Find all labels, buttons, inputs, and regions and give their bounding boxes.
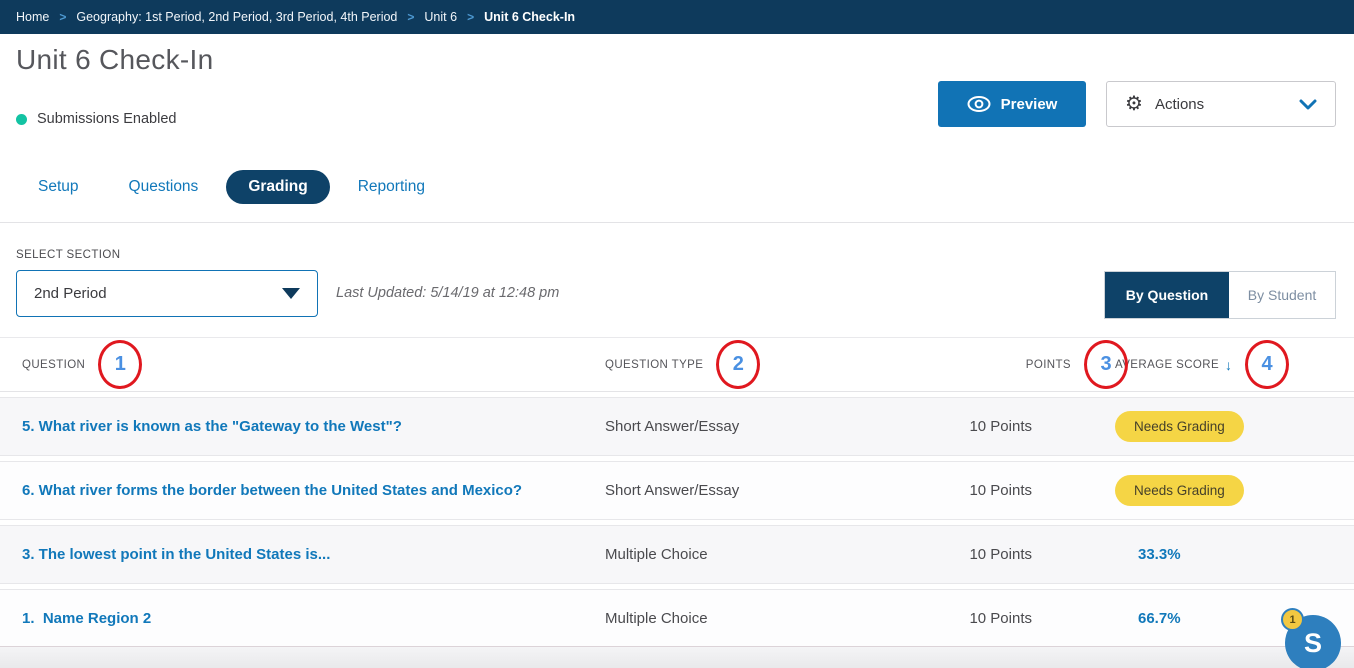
sort-descending-icon[interactable]: ↓ <box>1225 357 1232 373</box>
table-row: 1. Name Region 2 Multiple Choice 10 Poin… <box>0 589 1354 648</box>
column-header-points: POINTS 3 <box>960 340 1080 389</box>
section-select-value: 2nd Period <box>34 285 107 302</box>
table-body: 5. What river is known as the "Gateway t… <box>0 397 1354 653</box>
eye-icon <box>967 96 991 112</box>
question-type-cell: Multiple Choice <box>605 546 708 563</box>
table-header-row: QUESTION 1 QUESTION TYPE 2 POINTS 3 AVER… <box>0 338 1354 392</box>
preview-button[interactable]: Preview <box>938 81 1086 127</box>
breadcrumb-separator-icon: > <box>59 10 66 24</box>
breadcrumb-separator-icon: > <box>467 10 474 24</box>
submissions-status: Submissions Enabled <box>16 111 176 127</box>
points-cell: 10 Points <box>969 418 1080 435</box>
breadcrumb-course[interactable]: Geography: 1st Period, 2nd Period, 3rd P… <box>76 10 397 24</box>
breadcrumb-current-page: Unit 6 Check-In <box>484 10 575 24</box>
points-cell: 10 Points <box>969 610 1080 627</box>
column-header-question-type: QUESTION TYPE 2 <box>605 340 960 389</box>
question-type-header-label: QUESTION TYPE <box>605 359 703 371</box>
average-score-value[interactable]: 66.7% <box>1138 610 1181 627</box>
table-row: 6. What river forms the border between t… <box>0 461 1354 520</box>
average-score-value[interactable]: 33.3% <box>1138 546 1181 563</box>
tab-grading[interactable]: Grading <box>226 170 329 204</box>
average-score-header-label: AVERAGE SCORE <box>1115 359 1219 371</box>
points-cell: 10 Points <box>969 482 1080 499</box>
table-row: 5. What river is known as the "Gateway t… <box>0 397 1354 456</box>
notification-count-badge: 1 <box>1281 608 1304 631</box>
tab-setup[interactable]: Setup <box>38 178 79 196</box>
actions-button-label: Actions <box>1155 96 1204 113</box>
bottom-scroll-strip <box>0 646 1354 668</box>
annotation-circle-4: 4 <box>1245 340 1289 389</box>
points-cell: 10 Points <box>969 546 1080 563</box>
question-link[interactable]: 6. What river forms the border between t… <box>22 482 522 499</box>
question-type-cell: Multiple Choice <box>605 610 708 627</box>
breadcrumb-unit[interactable]: Unit 6 <box>424 10 457 24</box>
question-link[interactable]: 5. What river is known as the "Gateway t… <box>22 418 402 435</box>
page: Home > Geography: 1st Period, 2nd Period… <box>0 0 1354 668</box>
points-header-label: POINTS <box>1026 359 1071 371</box>
tabs-divider <box>0 222 1354 223</box>
question-type-cell: Short Answer/Essay <box>605 418 739 435</box>
view-toggle: By Question By Student <box>1104 271 1336 319</box>
annotation-circle-1: 1 <box>98 340 142 389</box>
tab-reporting[interactable]: Reporting <box>358 178 425 196</box>
needs-grading-badge[interactable]: Needs Grading <box>1115 411 1244 442</box>
annotation-circle-2: 2 <box>716 340 760 389</box>
question-link[interactable]: 1. Name Region 2 <box>22 610 151 627</box>
chevron-down-icon <box>1299 99 1317 110</box>
tab-questions[interactable]: Questions <box>129 178 199 196</box>
breadcrumb-separator-icon: > <box>407 10 414 24</box>
question-link[interactable]: 3. The lowest point in the United States… <box>22 546 330 563</box>
gear-icon: ⚙ <box>1125 94 1143 114</box>
breadcrumb: Home > Geography: 1st Period, 2nd Period… <box>0 0 1354 34</box>
section-select[interactable]: 2nd Period <box>16 270 318 317</box>
tab-bar: Setup Questions Grading Reporting <box>38 170 425 204</box>
annotation-circle-3: 3 <box>1084 340 1128 389</box>
status-dot-icon <box>16 114 27 125</box>
status-label: Submissions Enabled <box>37 111 176 127</box>
toggle-by-student[interactable]: By Student <box>1229 272 1335 318</box>
actions-button[interactable]: ⚙ Actions <box>1106 81 1336 127</box>
support-button-label: S <box>1304 628 1322 659</box>
question-header-label: QUESTION <box>22 359 85 371</box>
page-title: Unit 6 Check-In <box>16 44 213 76</box>
preview-button-label: Preview <box>1001 96 1058 113</box>
toggle-by-question[interactable]: By Question <box>1105 272 1229 318</box>
question-type-cell: Short Answer/Essay <box>605 482 739 499</box>
select-caret-icon <box>282 288 300 299</box>
breadcrumb-home[interactable]: Home <box>16 10 49 24</box>
support-float-button[interactable]: S 1 <box>1285 615 1341 668</box>
needs-grading-badge[interactable]: Needs Grading <box>1115 475 1244 506</box>
select-section-label: SELECT SECTION <box>16 249 120 261</box>
last-updated-label: Last Updated: 5/14/19 at 12:48 pm <box>336 285 559 301</box>
table-row: 3. The lowest point in the United States… <box>0 525 1354 584</box>
column-header-question: QUESTION 1 <box>22 340 605 389</box>
